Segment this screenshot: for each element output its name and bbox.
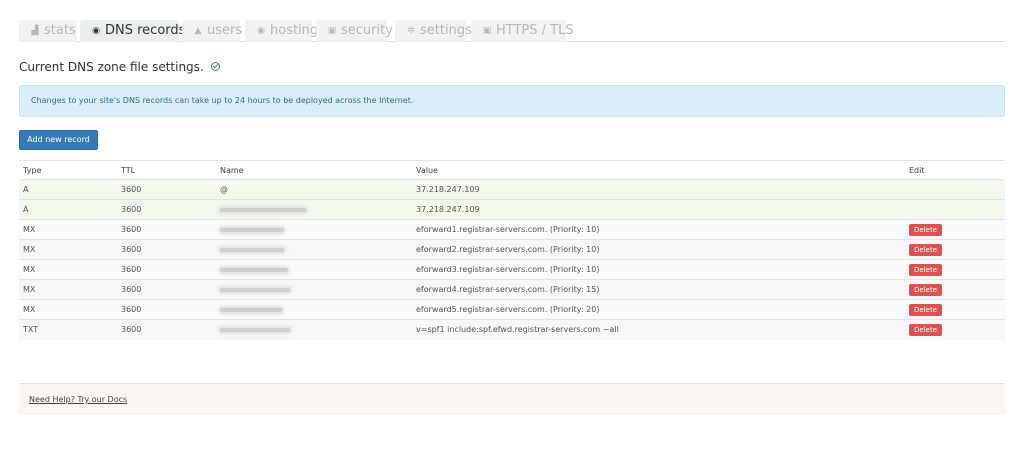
record-type: MX: [19, 239, 117, 260]
delete-button[interactable]: Delete: [909, 303, 942, 316]
record-ttl: 3600: [117, 279, 216, 300]
record-edit: [905, 179, 1005, 200]
tab-users[interactable]: ▲ users: [182, 20, 243, 42]
help-footer: Need Help? Try our Docs: [19, 383, 1005, 415]
page-title: Current DNS zone file settings.: [19, 60, 220, 74]
redacted-name: [220, 307, 282, 312]
page-title-text: Current DNS zone file settings.: [19, 60, 204, 74]
delete-button[interactable]: Delete: [909, 323, 942, 336]
gear-icon: ✲: [407, 26, 415, 36]
tab-label: users: [207, 23, 243, 38]
tab-settings[interactable]: ✲ settings: [395, 20, 472, 42]
lock-icon: ▣: [327, 26, 337, 36]
help-docs-link[interactable]: Need Help? Try our Docs: [29, 395, 127, 404]
tab-label: stats: [44, 23, 76, 38]
redacted-name: [220, 267, 288, 272]
tab-hosting[interactable]: ◉ hosting: [245, 20, 318, 42]
record-name: [216, 199, 412, 220]
delete-button[interactable]: Delete: [909, 263, 942, 276]
add-record-button[interactable]: Add new record: [19, 130, 98, 150]
record-name: [216, 259, 412, 280]
redacted-name: [220, 287, 290, 292]
table-row: MX 3600 eforward2.registrar-servers.com.…: [19, 239, 1005, 260]
record-ttl: 3600: [117, 259, 216, 280]
record-edit: Delete: [905, 279, 1005, 300]
column-header-name: Name: [216, 160, 412, 180]
user-icon: ▲: [194, 26, 202, 36]
record-name: [216, 239, 412, 260]
record-value: 37.218.247.109: [412, 199, 905, 220]
redacted-name: [220, 247, 284, 252]
record-ttl: 3600: [117, 239, 216, 260]
globe-icon: ◉: [257, 26, 265, 36]
bar-chart-icon: ▟: [31, 26, 39, 36]
record-edit: [905, 199, 1005, 220]
delete-button[interactable]: Delete: [909, 223, 942, 236]
record-edit: Delete: [905, 319, 1005, 340]
delete-button[interactable]: Delete: [909, 243, 942, 256]
record-value: 37.218.247.109: [412, 179, 905, 200]
record-edit: Delete: [905, 239, 1005, 260]
record-ttl: 3600: [117, 219, 216, 240]
table-row: MX 3600 eforward3.registrar-servers.com.…: [19, 259, 1005, 280]
record-edit: Delete: [905, 219, 1005, 240]
record-name: [216, 219, 412, 240]
delete-button[interactable]: Delete: [909, 283, 942, 296]
info-alert: Changes to your site's DNS records can t…: [19, 85, 1005, 117]
tab-bar: ▟ stats ◉ DNS records ▲ users ◉ hosting ▣ sec…: [19, 20, 1005, 42]
tab-dns-records[interactable]: ◉ DNS records: [80, 20, 185, 42]
record-type: TXT: [19, 319, 117, 340]
record-ttl: 3600: [117, 179, 216, 200]
tab-stats[interactable]: ▟ stats: [19, 20, 77, 42]
record-value: eforward2.registrar-servers.com. (Priori…: [412, 239, 905, 260]
record-type: MX: [19, 299, 117, 320]
table-row: MX 3600 eforward1.registrar-servers.com.…: [19, 219, 1005, 240]
lock-icon: ▣: [482, 26, 492, 36]
record-type: MX: [19, 279, 117, 300]
record-name: [216, 319, 412, 340]
record-type: MX: [19, 259, 117, 280]
record-type: MX: [19, 219, 117, 240]
table-row: A 3600 @ 37.218.247.109: [19, 179, 1005, 200]
alert-text: Changes to your site's DNS records can t…: [31, 96, 414, 105]
record-edit: Delete: [905, 299, 1005, 320]
record-edit: Delete: [905, 259, 1005, 280]
column-header-edit: Edit: [905, 160, 1005, 180]
record-type: A: [19, 179, 117, 200]
tab-label: settings: [420, 23, 472, 38]
table-row: MX 3600 eforward5.registrar-servers.com.…: [19, 299, 1005, 320]
table-row: A 3600 37.218.247.109: [19, 199, 1005, 220]
tab-label: DNS records: [105, 23, 186, 38]
column-header-ttl: TTL: [117, 160, 216, 180]
record-name: [216, 279, 412, 300]
record-ttl: 3600: [117, 319, 216, 340]
column-header-value: Value: [412, 160, 905, 180]
dns-records-table: Type TTL Name Value Edit A 3600 @ 37.218…: [19, 160, 1005, 340]
tab-label: hosting: [270, 23, 319, 38]
record-value: eforward5.registrar-servers.com. (Priori…: [412, 299, 905, 320]
table-header-row: Type TTL Name Value Edit: [19, 160, 1005, 180]
table-row: TXT 3600 v=spf1 include:spf.efwd.registr…: [19, 319, 1005, 340]
record-name: [216, 299, 412, 320]
redacted-name: [220, 327, 290, 332]
redacted-name: [220, 207, 306, 212]
record-ttl: 3600: [117, 199, 216, 220]
check-circle-icon: [210, 62, 220, 71]
globe-icon: ◉: [92, 26, 100, 36]
column-header-type: Type: [19, 160, 117, 180]
record-value: eforward3.registrar-servers.com. (Priori…: [412, 259, 905, 280]
record-value: eforward1.registrar-servers.com. (Priori…: [412, 219, 905, 240]
tab-label: HTTPS / TLS: [496, 23, 574, 38]
record-value: v=spf1 include:spf.efwd.registrar-server…: [412, 319, 905, 340]
record-value: eforward4.registrar-servers.com. (Priori…: [412, 279, 905, 300]
record-type: A: [19, 199, 117, 220]
tab-security[interactable]: ▣ security: [316, 20, 393, 42]
tab-https-tls[interactable]: ▣ HTTPS / TLS: [471, 20, 574, 42]
table-row: MX 3600 eforward4.registrar-servers.com.…: [19, 279, 1005, 300]
record-name: @: [216, 179, 412, 200]
redacted-name: [220, 227, 284, 232]
record-ttl: 3600: [117, 299, 216, 320]
tab-label: security: [341, 23, 393, 38]
